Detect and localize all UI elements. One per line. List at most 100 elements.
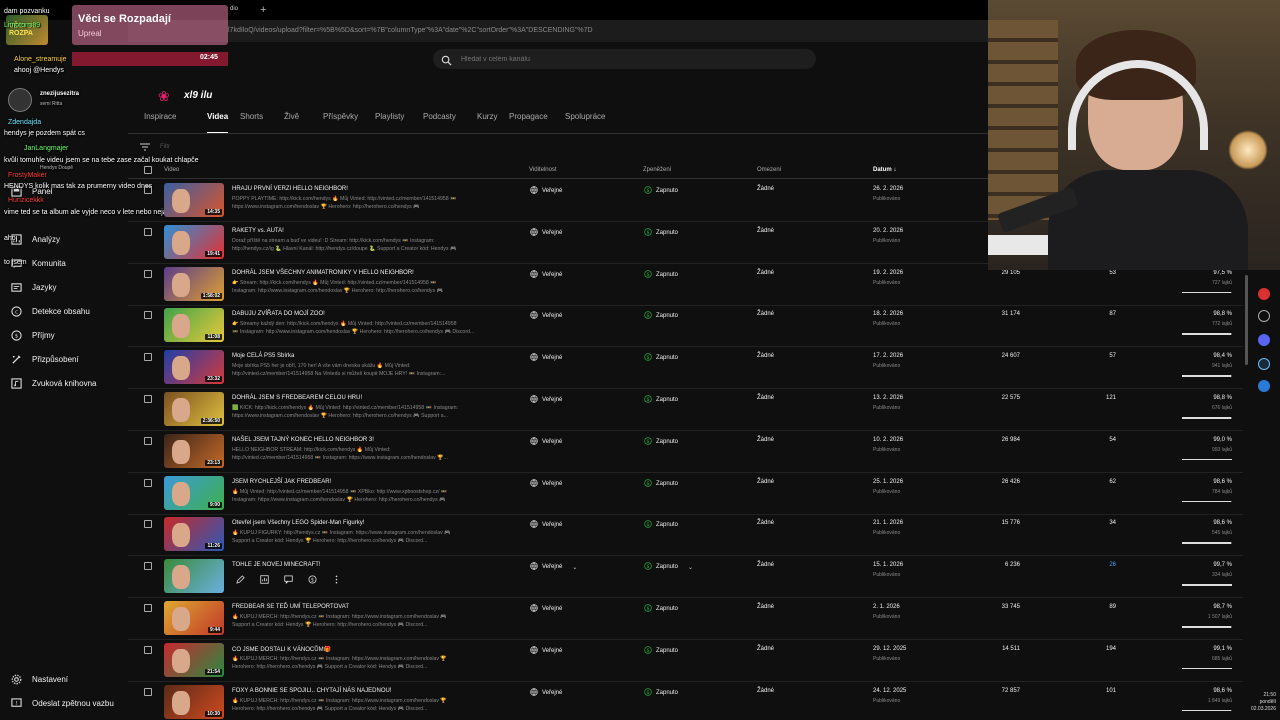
table-row[interactable]: TOHLE JE NOVEJ MINECRAFT! $ Veřejné ⌄ $ Zapnu…: [128, 556, 1243, 599]
table-row[interactable]: 11:26 Otevřel jsem Všechny LEGO Spider-Ma…: [128, 514, 1243, 557]
video-thumbnail[interactable]: 10:30: [164, 684, 224, 719]
visibility-cell[interactable]: Veřejné: [530, 478, 562, 489]
filter-bar[interactable]: Filtr: [140, 141, 170, 153]
video-title[interactable]: DABUJU ZVÍŘATA DO MOJÍ ZOO!: [232, 311, 325, 317]
sidebar-item-panel[interactable]: Panel: [10, 180, 125, 202]
video-title[interactable]: Moje CELÁ PS5 Sbírka: [232, 353, 294, 359]
monetization-cell[interactable]: $ Zapnuto: [644, 353, 678, 363]
tab-videos[interactable]: Videa: [207, 112, 240, 134]
video-title[interactable]: Otevřel jsem Všechny LEGO Spider-Man Fig…: [232, 520, 364, 526]
monetization-cell[interactable]: $ Zapnuto: [644, 437, 678, 447]
video-thumbnail[interactable]: 21:54: [164, 642, 224, 677]
video-thumbnail[interactable]: 19:41: [164, 224, 224, 259]
tab-promotions[interactable]: Propagace: [509, 112, 565, 134]
sidebar-item-analytics[interactable]: Analýzy: [10, 228, 125, 250]
video-thumbnail[interactable]: 11:08: [164, 308, 224, 343]
tab-shorts[interactable]: Shorts: [240, 112, 284, 134]
video-title[interactable]: FREDBEAR SE TEĎ UMÍ TELEPORTOVAT: [232, 604, 349, 610]
tab-live[interactable]: Živě: [284, 112, 323, 134]
video-thumbnail[interactable]: 11:26: [164, 517, 224, 552]
table-row[interactable]: 10:30 FOXY A BONNIE SE SPOJILI.. CHYTAJÍ …: [128, 682, 1243, 720]
visibility-cell[interactable]: Veřejné: [530, 186, 562, 196]
steam-icon[interactable]: [1258, 358, 1270, 370]
sidebar-item-languages[interactable]: Jazyky: [10, 276, 125, 298]
comments-icon[interactable]: [280, 573, 296, 585]
video-title[interactable]: JSEM RYCHLEJŠÍ JAK FREDBEAR!: [232, 479, 331, 485]
chevron-down-icon[interactable]: ⌄: [688, 564, 693, 571]
table-row[interactable]: 2:36:50 DOHRÁL JSEM S FREDBEAREM CELOU HR…: [128, 389, 1243, 431]
sidebar-item-community[interactable]: Komunita: [10, 252, 125, 274]
video-thumbnail[interactable]: 2:36:50: [164, 392, 224, 426]
video-title[interactable]: DOHRÁL JSEM VŠECHNY ANIMATRONIKY V HELLO…: [232, 270, 414, 276]
tab-podcasts[interactable]: Podcasty: [423, 112, 477, 134]
tab-inspiration[interactable]: Inspirace: [144, 112, 207, 134]
monetization-cell[interactable]: $ Zapnuto: [644, 186, 678, 196]
filter-icon[interactable]: [140, 138, 150, 156]
monetization-cell[interactable]: $ Zapnuto: [644, 395, 678, 405]
visibility-cell[interactable]: Veřejné: [530, 437, 562, 447]
tray-app-icon[interactable]: [1258, 380, 1270, 392]
visibility-cell[interactable]: Veřejné: [530, 311, 562, 321]
address-bar[interactable]: l7kdIloQ/videos/upload?filter=%5B%5D&sor…: [128, 20, 988, 42]
discord-icon[interactable]: [1258, 334, 1270, 346]
row-checkbox[interactable]: [144, 227, 152, 236]
row-checkbox[interactable]: [144, 186, 152, 194]
select-all-checkbox[interactable]: [144, 166, 152, 174]
table-row[interactable]: 23:32 Moje CELÁ PS5 Sbírka Moje sbírka PS5…: [128, 347, 1243, 390]
channel-search[interactable]: [433, 49, 816, 69]
video-title[interactable]: RAKETY vs. AUTA!: [232, 228, 284, 234]
video-thumbnail[interactable]: 9:00: [164, 475, 224, 510]
visibility-cell[interactable]: Veřejné: [530, 228, 562, 238]
monetization-cell[interactable]: $ Zapnuto: [644, 269, 678, 280]
table-row[interactable]: 9:00 JSEM RYCHLEJŠÍ JAK FREDBEAR! 🔥 Můj Vi…: [128, 473, 1243, 515]
browser-tab-label[interactable]: dio: [230, 6, 238, 12]
visibility-cell[interactable]: Veřejné: [530, 604, 562, 614]
column-visibility[interactable]: Viditelnost: [529, 167, 557, 173]
visibility-cell[interactable]: Veřejné: [530, 269, 562, 280]
monetization-cell[interactable]: $ Zapnuto: [644, 646, 678, 656]
monetization-cell[interactable]: $ Zapnuto: [644, 520, 678, 530]
sidebar-item-feedback[interactable]: ! Odeslat zpětnou vazbu: [10, 692, 125, 714]
new-tab-button[interactable]: +: [260, 4, 266, 16]
tab-collaborations[interactable]: Spolupráce: [565, 112, 615, 134]
table-row[interactable]: 9:44 FREDBEAR SE TEĎ UMÍ TELEPORTOVAT 🔥 KU…: [128, 598, 1243, 640]
visibility-cell[interactable]: Veřejné: [530, 395, 562, 405]
column-monetization[interactable]: Zpeněžení: [643, 167, 671, 173]
table-row[interactable]: 21:54 CO JSME DOSTALI K VÁNOCŮM🎁 🔥 KUPUJ M…: [128, 640, 1243, 682]
sidebar-item-settings[interactable]: Nastavení: [10, 668, 125, 690]
scrollbar-thumb[interactable]: [1245, 275, 1248, 365]
column-restrictions[interactable]: Omezení: [757, 167, 781, 173]
sidebar-item-customization[interactable]: Přizpůsobení: [10, 348, 125, 370]
video-thumbnail[interactable]: 9:44: [164, 601, 224, 635]
monetization-cell[interactable]: $ Zapnuto: [644, 311, 678, 321]
tray-app-icon[interactable]: [1258, 288, 1270, 300]
video-thumbnail[interactable]: 1:58:02: [164, 266, 224, 301]
monetization-icon[interactable]: $: [304, 573, 320, 585]
visibility-cell[interactable]: Veřejné: [530, 646, 562, 656]
video-thumbnail[interactable]: [164, 559, 224, 594]
tray-app-icon[interactable]: [1258, 310, 1270, 322]
row-checkbox[interactable]: [144, 687, 152, 696]
column-date[interactable]: Datum ↓: [873, 167, 896, 173]
row-checkbox[interactable]: [144, 395, 152, 403]
analytics-icon[interactable]: [256, 573, 272, 585]
monetization-cell[interactable]: $ Zapnuto: [644, 687, 678, 698]
video-title[interactable]: TOHLE JE NOVEJ MINECRAFT!: [232, 562, 321, 568]
video-title[interactable]: DOHRÁL JSEM S FREDBEAREM CELOU HRU!: [232, 395, 362, 401]
visibility-cell[interactable]: Veřejné ⌄: [530, 562, 577, 572]
search-input[interactable]: [461, 55, 801, 63]
video-title[interactable]: NAŠEL JSEM TAJNÝ KONEC HELLO NEIGHBOR 3!: [232, 437, 374, 443]
row-checkbox[interactable]: [144, 562, 152, 571]
row-checkbox[interactable]: [144, 436, 152, 445]
tab-courses[interactable]: Kurzy: [477, 112, 509, 134]
row-checkbox[interactable]: [144, 311, 152, 320]
video-title[interactable]: CO JSME DOSTALI K VÁNOCŮM🎁: [232, 646, 331, 653]
chevron-down-icon[interactable]: ⌄: [572, 564, 577, 571]
edit-icon[interactable]: [232, 573, 248, 585]
video-title[interactable]: FOXY A BONNIE SE SPOJILI.. CHYTAJÍ NÁS N…: [232, 688, 391, 694]
video-thumbnail[interactable]: 23:32: [164, 350, 224, 385]
row-checkbox[interactable]: [144, 604, 152, 612]
sidebar-item-content-detection[interactable]: c Detekce obsahu: [10, 300, 125, 322]
visibility-cell[interactable]: Veřejné: [530, 353, 562, 363]
monetization-cell[interactable]: $ Zapnuto: [644, 228, 678, 238]
